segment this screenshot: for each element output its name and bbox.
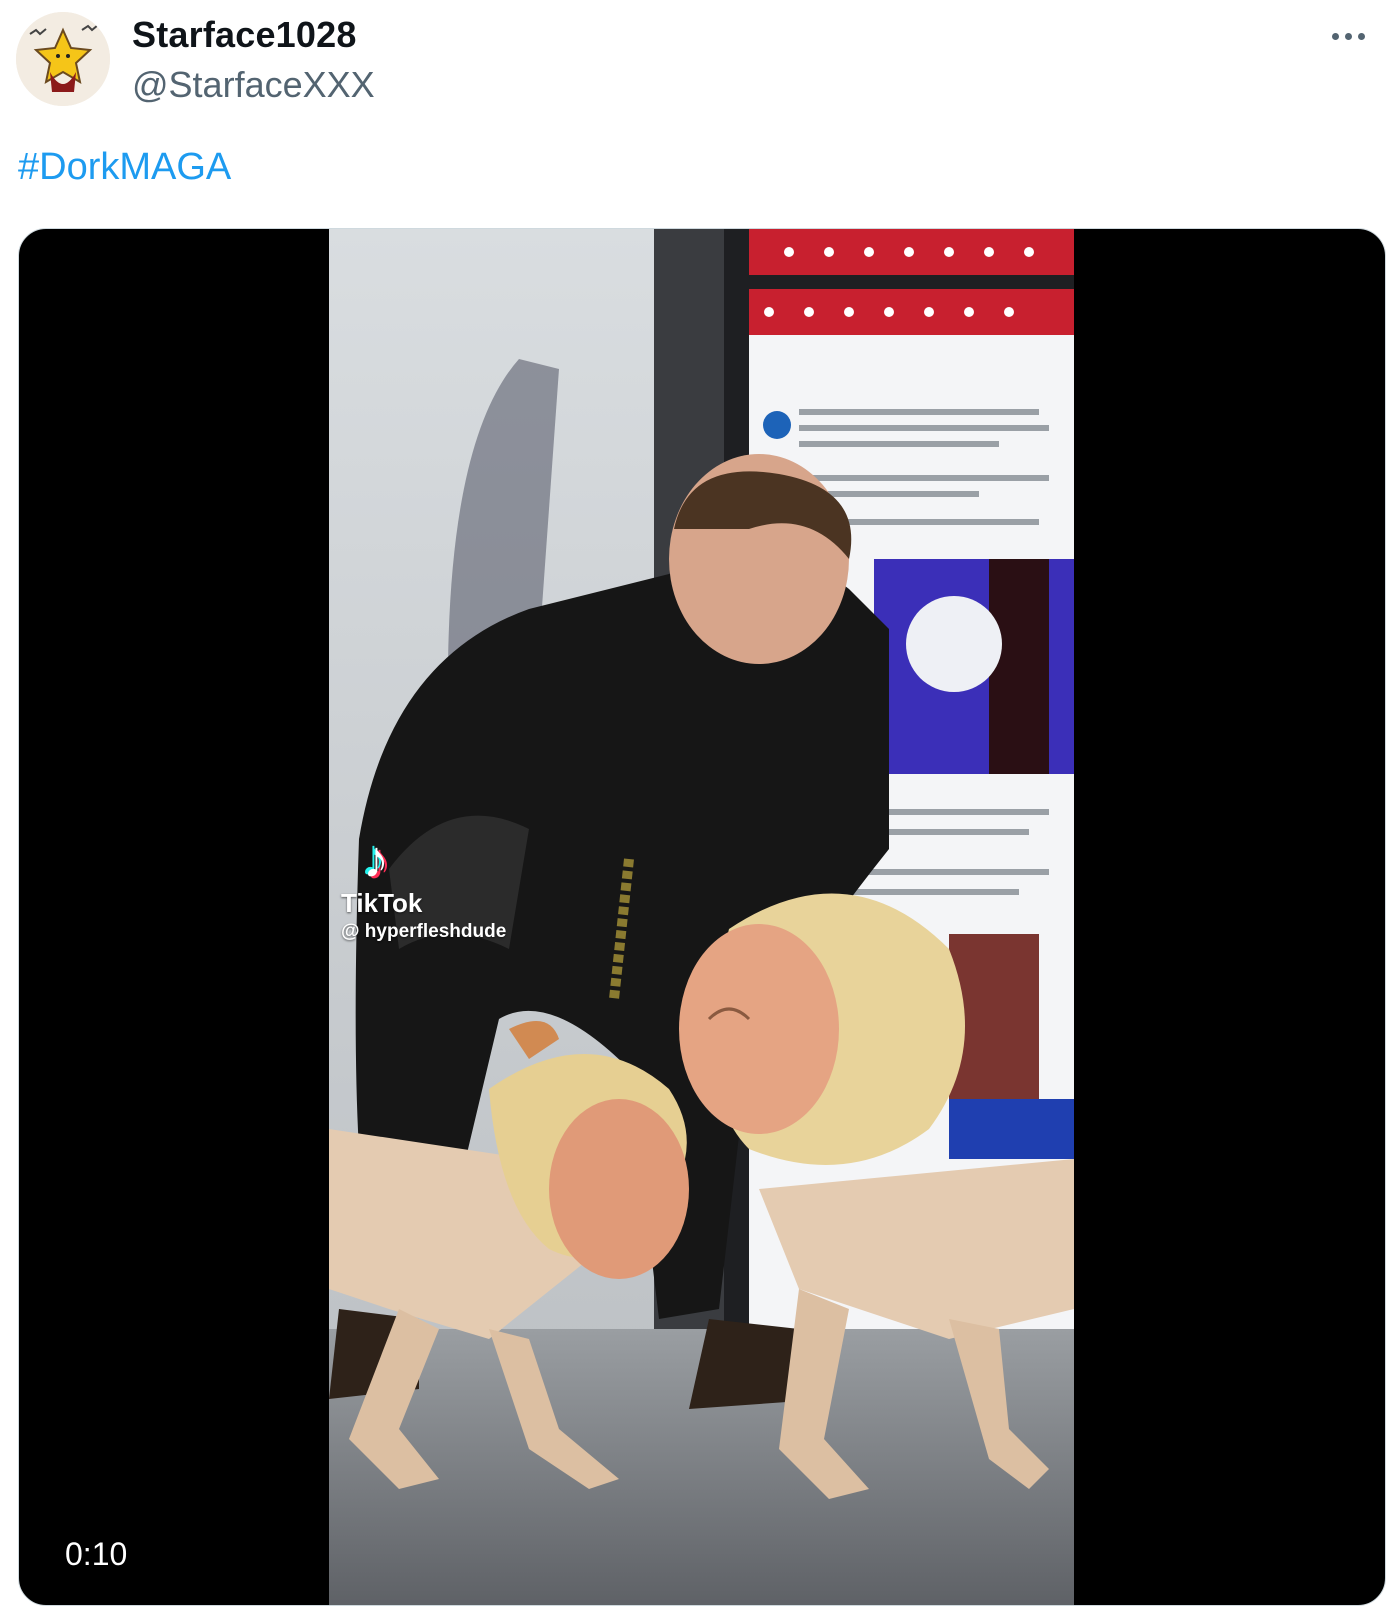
video-player[interactable]: ♪ TikTok @ hyperfleshdude 0:10 xyxy=(18,228,1386,1606)
avatar[interactable] xyxy=(16,12,110,106)
video-frame: ♪ TikTok @ hyperfleshdude xyxy=(329,229,1074,1605)
hashtag-link[interactable]: #DorkMAGA xyxy=(18,146,231,189)
tiktok-watermark: ♪ TikTok @ hyperfleshdude xyxy=(341,834,506,943)
tiktok-logo-icon: ♪ xyxy=(363,831,389,889)
more-horizontal-icon[interactable] xyxy=(1326,18,1370,54)
tiktok-brand: TikTok xyxy=(341,888,423,918)
user-handle[interactable]: @StarfaceXXX xyxy=(132,64,375,106)
video-duration: 0:10 xyxy=(65,1536,128,1572)
avatar-image xyxy=(16,12,110,106)
tiktok-username: @ hyperfleshdude xyxy=(341,921,507,942)
display-name[interactable]: Starface1028 xyxy=(132,14,357,56)
